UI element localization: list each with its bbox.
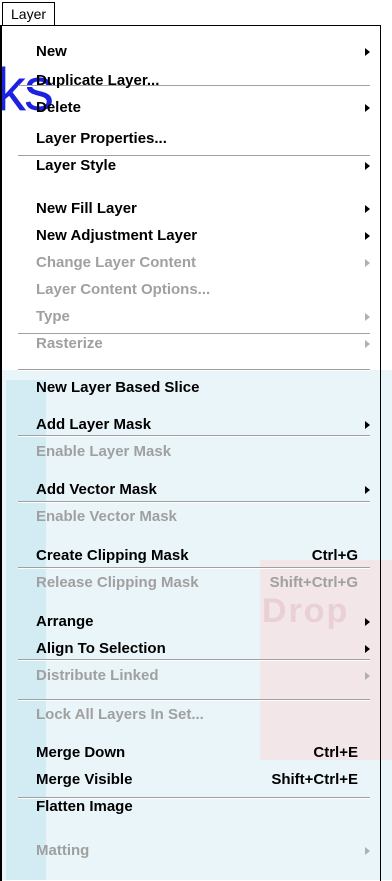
menu-item-change-layer-content: Change Layer Content — [18, 252, 370, 274]
menu-item-label: Delete — [36, 99, 82, 116]
menu-item-label: Merge Down — [36, 744, 126, 761]
submenu-arrow-icon — [365, 205, 370, 213]
menu-item-label: Enable Vector Mask — [36, 508, 177, 525]
menu-item-lock-all-layers-in-set: Lock All Layers In Set... — [18, 704, 370, 726]
menu-item-label: Duplicate Layer... — [36, 72, 160, 89]
submenu-arrow-icon — [365, 48, 370, 56]
menu-item-label: Type — [36, 308, 70, 325]
menu-item-delete[interactable]: Delete — [18, 97, 370, 119]
menu-item-flatten-image[interactable]: Flatten Image — [18, 796, 370, 818]
menu-item-label: New Adjustment Layer — [36, 227, 198, 244]
menu-item-layer-properties[interactable]: Layer Properties... — [18, 128, 370, 150]
submenu-arrow-icon — [365, 486, 370, 494]
menu-item-label: Change Layer Content — [36, 254, 197, 271]
menu-item-create-clipping-mask[interactable]: Create Clipping Mask Ctrl+G — [18, 545, 370, 567]
menu-item-label: Layer Style — [36, 157, 117, 174]
menu-title-layer[interactable]: Layer — [2, 2, 56, 25]
menu-item-label: Merge Visible — [36, 771, 133, 788]
menu-item-label: Create Clipping Mask — [36, 547, 189, 564]
menu-separator — [18, 567, 370, 569]
submenu-arrow-icon — [365, 104, 370, 112]
menu-item-label: New Fill Layer — [36, 200, 137, 217]
menu-item-enable-vector-mask: Enable Vector Mask — [18, 506, 370, 528]
submenu-arrow-icon — [365, 645, 370, 653]
menu-item-label: Lock All Layers In Set... — [36, 706, 204, 723]
submenu-arrow-icon — [365, 618, 370, 626]
menu-item-label: New Layer Based Slice — [36, 379, 200, 396]
menu-item-add-layer-mask[interactable]: Add Layer Mask — [18, 414, 370, 436]
menu-item-label: Enable Layer Mask — [36, 443, 172, 460]
submenu-arrow-icon — [365, 162, 370, 170]
menu-item-release-clipping-mask: Release Clipping Mask Shift+Ctrl+G — [18, 572, 370, 594]
menu-item-duplicate-layer[interactable]: Duplicate Layer... — [18, 70, 370, 92]
menu-item-merge-down[interactable]: Merge Down Ctrl+E — [18, 742, 370, 764]
menu-item-label: Flatten Image — [36, 798, 133, 815]
menu-item-new-fill-layer[interactable]: New Fill Layer — [18, 198, 370, 220]
menu-item-label: Matting — [36, 842, 90, 859]
menu-item-layer-content-options: Layer Content Options... — [18, 279, 370, 301]
menu-item-distribute-linked: Distribute Linked — [18, 665, 370, 687]
menu-item-new[interactable]: New — [18, 41, 370, 63]
submenu-arrow-icon — [365, 340, 370, 348]
menu-item-label: Align To Selection — [36, 640, 166, 657]
menu-item-label: Distribute Linked — [36, 667, 159, 684]
menu-item-label: Arrange — [36, 613, 94, 630]
menu-item-label: Layer Properties... — [36, 130, 167, 147]
submenu-arrow-icon — [365, 421, 370, 429]
menu-item-label: New — [36, 43, 67, 60]
menu-item-shortcut: Ctrl+E — [313, 744, 358, 761]
submenu-arrow-icon — [365, 259, 370, 267]
menu-item-add-vector-mask[interactable]: Add Vector Mask — [18, 479, 370, 501]
submenu-arrow-icon — [365, 847, 370, 855]
menu-bar: Layer — [0, 0, 392, 25]
submenu-arrow-icon — [365, 313, 370, 321]
layer-dropdown-menu: New Duplicate Layer... Delete Layer Propert… — [0, 25, 381, 881]
submenu-arrow-icon — [365, 672, 370, 680]
menu-item-label: Add Layer Mask — [36, 416, 152, 433]
menu-separator — [18, 369, 370, 371]
menu-item-label: Rasterize — [36, 335, 103, 352]
menu-separator — [18, 699, 370, 701]
menu-item-layer-style[interactable]: Layer Style — [18, 155, 370, 177]
menu-item-label: Layer Content Options... — [36, 281, 211, 298]
submenu-arrow-icon — [365, 232, 370, 240]
menu-item-new-layer-based-slice[interactable]: New Layer Based Slice — [18, 377, 370, 399]
menu-item-matting: Matting — [18, 840, 370, 862]
menu-item-label: Add Vector Mask — [36, 481, 157, 498]
menu-item-label: Release Clipping Mask — [36, 574, 199, 591]
menu-item-enable-layer-mask: Enable Layer Mask — [18, 441, 370, 463]
menu-item-type: Type — [18, 306, 370, 328]
menu-item-new-adjustment-layer[interactable]: New Adjustment Layer — [18, 225, 370, 247]
menu-item-arrange[interactable]: Arrange — [18, 611, 370, 633]
menu-item-shortcut: Shift+Ctrl+G — [269, 574, 358, 591]
menu-item-shortcut: Shift+Ctrl+E — [271, 771, 358, 788]
menu-item-rasterize: Rasterize — [18, 333, 370, 355]
menu-separator — [18, 501, 370, 503]
menu-item-merge-visible[interactable]: Merge Visible Shift+Ctrl+E — [18, 769, 370, 791]
menu-item-shortcut: Ctrl+G — [311, 547, 358, 564]
menu-item-align-to-selection[interactable]: Align To Selection — [18, 638, 370, 660]
